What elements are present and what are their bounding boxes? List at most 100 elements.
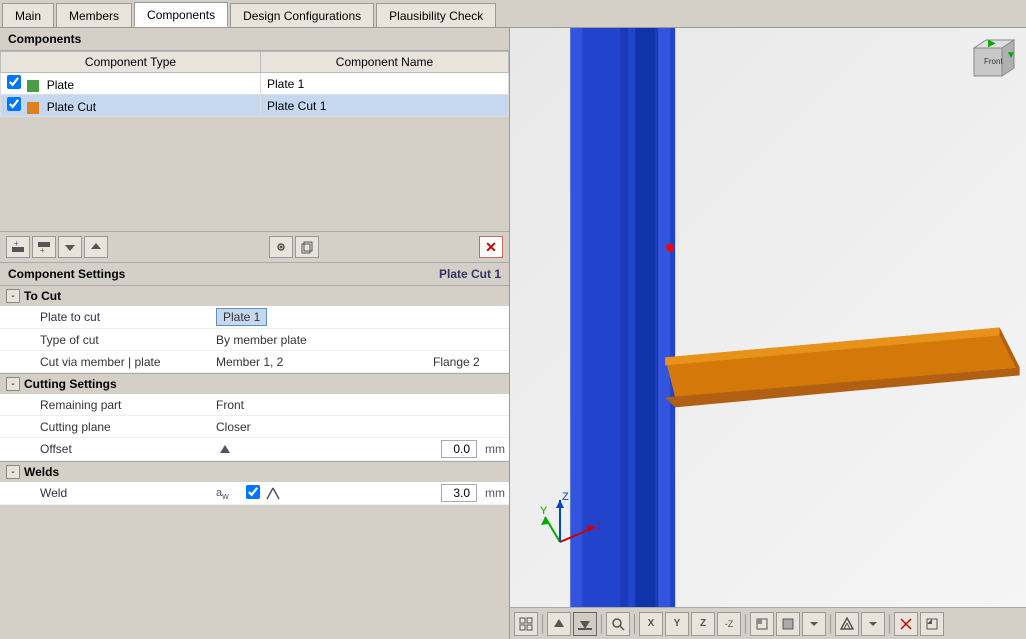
offset-value-group: 0.0 mm [236,440,505,458]
label-remaining-part: Remaining part [36,398,216,412]
vp-btn-view-neg-z[interactable]: -Z [717,612,741,636]
settings-subtitle: Plate Cut 1 [439,267,501,281]
axis-indicator: X Y Z [530,492,600,562]
vp-btn-view-y[interactable]: Y [665,612,689,636]
viewport-toolbar: X Y Z -Z [510,607,1026,639]
vp-btn-view-down[interactable] [573,612,597,636]
cube-navigator[interactable]: Front ▶ ▼ [966,36,1018,88]
settings-title: Component Settings [8,267,125,281]
label-cut-via-member: Cut via member | plate [36,355,216,369]
row-cutting-plane[interactable]: Cutting plane Closer [0,416,509,438]
svg-text:+: + [14,240,19,248]
section-welds-toggle[interactable]: - [6,465,20,479]
section-cutting-settings: - Cutting Settings Remaining part Front … [0,374,509,461]
svg-text:Y: Y [540,505,548,517]
vp-btn-close-view[interactable] [894,612,918,636]
extra-cut-via-member: Flange 2 [425,355,505,369]
tab-main[interactable]: Main [2,3,54,27]
row2-name: Plate Cut 1 [261,95,509,117]
value-plate-to-cut: Plate 1 [216,308,505,326]
section-to-cut-label: To Cut [24,289,61,303]
offset-value: 0.0 [441,440,477,458]
toolbar-btn-move-up[interactable] [84,236,108,258]
vp-divider-2 [601,614,602,634]
label-weld: Weld [36,486,216,500]
tab-plausibility-check[interactable]: Plausibility Check [376,3,496,27]
row-cut-via-member[interactable]: Cut via member | plate Member 1, 2 Flang… [0,351,509,373]
flange-right [658,28,670,607]
toolbar-btn-add-lower[interactable]: + [6,236,30,258]
tab-members[interactable]: Members [56,3,132,27]
table-row[interactable]: Plate Plate 1 [1,73,509,95]
main-layout: Components Component Type Component Name [0,28,1026,639]
vp-btn-perspective-dropdown[interactable] [861,612,885,636]
weld-unit: mm [485,486,505,500]
row2-checkbox[interactable] [7,97,21,111]
vp-btn-dropdown[interactable] [802,612,826,636]
row-type-of-cut[interactable]: Type of cut By member plate [0,329,509,351]
vp-btn-render-mode2[interactable] [776,612,800,636]
col-component-type: Component Type [1,52,261,73]
offset-unit: mm [485,442,505,456]
toolbar-btn-move-down[interactable] [58,236,82,258]
row2-type: Plate Cut [47,100,96,114]
vp-btn-grid[interactable] [514,612,538,636]
toolbar-btn-add-upper[interactable]: + [32,236,56,258]
weld-aw-label: aw [216,485,246,501]
svg-text:X: X [597,521,600,533]
viewport: X Y Z Fro [510,28,1026,639]
value-cutting-plane: Closer [216,420,505,434]
components-toolbar: + + ✕ [0,231,509,262]
row1-name: Plate 1 [261,73,509,95]
section-to-cut-rows: Plate to cut Plate 1 Type of cut By memb… [0,306,509,373]
vp-btn-render-mode[interactable] [750,612,774,636]
vp-btn-zoom-extents[interactable] [606,612,630,636]
tab-design-configurations[interactable]: Design Configurations [230,3,374,27]
row2-color [27,102,39,114]
section-to-cut-toggle[interactable]: - [6,289,20,303]
table-row[interactable]: Plate Cut Plate Cut 1 [1,95,509,117]
section-cutting-settings-header[interactable]: - Cutting Settings [0,374,509,394]
vp-btn-view-x[interactable]: X [639,612,663,636]
column-center [635,28,655,607]
value-type-of-cut: By member plate [216,333,505,347]
row1-type: Plate [47,78,74,92]
vp-divider-6 [889,614,890,634]
vp-divider-4 [745,614,746,634]
section-cutting-label: Cutting Settings [24,377,117,391]
toolbar-btn-settings[interactable] [269,236,293,258]
row1-checkbox[interactable] [7,75,21,89]
vp-btn-view-up[interactable] [547,612,571,636]
tab-components[interactable]: Components [134,2,228,27]
web-line2 [655,28,658,607]
vp-btn-perspective[interactable] [835,612,859,636]
section-welds-rows: Weld aw [0,482,509,505]
settings-panel: - To Cut Plate to cut Plate 1 [0,286,509,639]
weld-checkbox-container[interactable] [246,485,266,502]
vp-btn-view-z[interactable]: Z [691,612,715,636]
section-welds-header[interactable]: - Welds [0,462,509,482]
svg-text:Front: Front [984,57,1003,66]
row-offset[interactable]: Offset 0.0 mm [0,438,509,461]
section-cutting-toggle[interactable]: - [6,377,20,391]
section-to-cut-header[interactable]: - To Cut [0,286,509,306]
vp-divider-3 [634,614,635,634]
viewport-3d[interactable]: X Y Z Fro [510,28,1026,607]
weld-symbol [266,486,286,500]
svg-text:▼: ▼ [1006,50,1016,61]
plate-group [665,327,1019,407]
svg-text:▶: ▶ [988,38,996,49]
components-table: Component Type Component Name Plate Plat… [0,51,509,117]
weld-checkbox[interactable] [246,485,260,499]
svg-text:Z: Z [562,492,569,503]
left-panel: Components Component Type Component Name [0,28,510,639]
section-cutting-rows: Remaining part Front Cutting plane Close… [0,394,509,461]
toolbar-btn-delete[interactable]: ✕ [479,236,503,258]
row-weld[interactable]: Weld aw [0,482,509,505]
section-to-cut: - To Cut Plate to cut Plate 1 [0,286,509,373]
vp-divider-5 [830,614,831,634]
row-plate-to-cut[interactable]: Plate to cut Plate 1 [0,306,509,329]
row-remaining-part[interactable]: Remaining part Front [0,394,509,416]
vp-btn-expand[interactable] [920,612,944,636]
toolbar-btn-copy[interactable] [295,236,319,258]
